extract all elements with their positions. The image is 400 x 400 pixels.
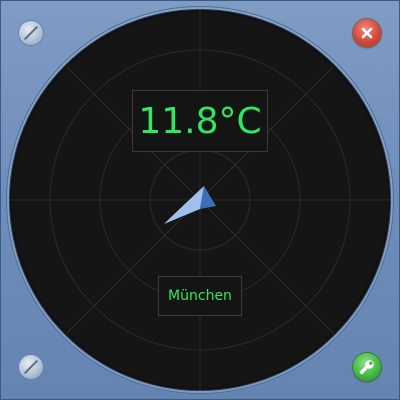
close-button[interactable] [353, 19, 381, 47]
city-display: München [158, 276, 242, 316]
temperature-value: 11.8°C [138, 100, 262, 142]
wrench-icon [359, 360, 374, 375]
weather-widget-frame: 11.8°C München [0, 0, 400, 400]
city-name: München [168, 288, 232, 304]
settings-button[interactable] [353, 353, 381, 381]
radar-grid [10, 10, 390, 390]
temperature-display: 11.8°C [132, 90, 268, 152]
close-icon [361, 27, 373, 39]
radar-dial [10, 10, 390, 390]
